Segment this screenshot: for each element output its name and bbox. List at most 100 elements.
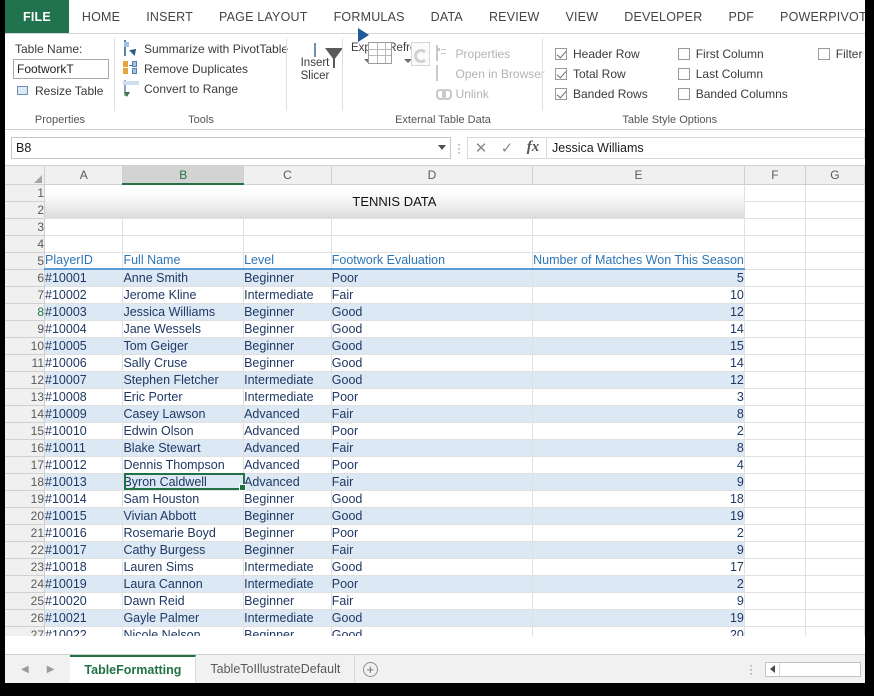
cell-B24[interactable]: Laura Cannon bbox=[123, 575, 244, 592]
cell-f2[interactable] bbox=[744, 201, 805, 218]
table-header-level[interactable]: Level bbox=[244, 252, 332, 269]
cell-F15[interactable] bbox=[744, 422, 805, 439]
cell-f3[interactable] bbox=[744, 218, 805, 235]
row-header-14[interactable]: 14 bbox=[5, 405, 45, 422]
row-header-25[interactable]: 25 bbox=[5, 592, 45, 609]
row-header-22[interactable]: 22 bbox=[5, 541, 45, 558]
cell-E23[interactable]: 17 bbox=[533, 558, 745, 575]
cell-D26[interactable]: Good bbox=[331, 609, 532, 626]
cell-A22[interactable]: #10017 bbox=[45, 541, 123, 558]
cell-D17[interactable]: Poor bbox=[331, 456, 532, 473]
cell-F22[interactable] bbox=[744, 541, 805, 558]
cell-F7[interactable] bbox=[744, 286, 805, 303]
cell-C23[interactable]: Intermediate bbox=[244, 558, 332, 575]
cell-A18[interactable]: #10013 bbox=[45, 473, 123, 490]
cell-E13[interactable]: 3 bbox=[533, 388, 745, 405]
cell-B10[interactable]: Tom Geiger bbox=[123, 337, 244, 354]
column-header-d[interactable]: D bbox=[331, 166, 532, 184]
cell-D13[interactable]: Poor bbox=[331, 388, 532, 405]
cell-a3[interactable] bbox=[45, 218, 123, 235]
banded-rows-checkbox-icon[interactable] bbox=[555, 88, 567, 100]
ribbon-tab-developer[interactable]: DEVELOPER bbox=[611, 0, 715, 33]
row-header-16[interactable]: 16 bbox=[5, 439, 45, 456]
row-header-3[interactable]: 3 bbox=[5, 218, 45, 235]
checkbox-filter-button[interactable]: Filter Button bbox=[818, 47, 865, 61]
cell-D18[interactable]: Fair bbox=[331, 473, 532, 490]
cell-C27[interactable]: Beginner bbox=[244, 626, 332, 636]
cell-G15[interactable] bbox=[805, 422, 864, 439]
cell-E22[interactable]: 9 bbox=[533, 541, 745, 558]
cell-F17[interactable] bbox=[744, 456, 805, 473]
cell-D19[interactable]: Good bbox=[331, 490, 532, 507]
add-sheet-plus-icon[interactable]: + bbox=[355, 655, 385, 683]
cell-C8[interactable]: Beginner bbox=[244, 303, 332, 320]
ribbon-tab-page-layout[interactable]: PAGE LAYOUT bbox=[206, 0, 321, 33]
cell-A7[interactable]: #10002 bbox=[45, 286, 123, 303]
cell-A14[interactable]: #10009 bbox=[45, 405, 123, 422]
cell-D12[interactable]: Good bbox=[331, 371, 532, 388]
sheet-tab-tableformatting[interactable]: TableFormatting bbox=[70, 655, 196, 683]
cell-G16[interactable] bbox=[805, 439, 864, 456]
cell-D24[interactable]: Poor bbox=[331, 575, 532, 592]
cell-D9[interactable]: Good bbox=[331, 320, 532, 337]
cell-C17[interactable]: Advanced bbox=[244, 456, 332, 473]
checkbox-header-row[interactable]: Header Row bbox=[555, 47, 648, 61]
table-header-footwork-evaluation[interactable]: Footwork Evaluation bbox=[331, 252, 532, 269]
row-header-27[interactable]: 27 bbox=[5, 626, 45, 636]
cell-B9[interactable]: Jane Wessels bbox=[123, 320, 244, 337]
cell-d4[interactable] bbox=[331, 235, 532, 252]
cell-A10[interactable]: #10005 bbox=[45, 337, 123, 354]
cell-B14[interactable]: Casey Lawson bbox=[123, 405, 244, 422]
cell-a4[interactable] bbox=[45, 235, 123, 252]
row-header-20[interactable]: 20 bbox=[5, 507, 45, 524]
banded-columns-checkbox-icon[interactable] bbox=[678, 88, 690, 100]
row-header-2[interactable]: 2 bbox=[5, 201, 45, 218]
cell-G6[interactable] bbox=[805, 269, 864, 286]
cell-F26[interactable] bbox=[744, 609, 805, 626]
cell-B20[interactable]: Vivian Abbott bbox=[123, 507, 244, 524]
cell-C7[interactable]: Intermediate bbox=[244, 286, 332, 303]
cell-A20[interactable]: #10015 bbox=[45, 507, 123, 524]
cell-B22[interactable]: Cathy Burgess bbox=[123, 541, 244, 558]
remove-duplicates-button[interactable]: Remove Duplicates bbox=[121, 57, 250, 77]
cell-G13[interactable] bbox=[805, 388, 864, 405]
table-name-input[interactable] bbox=[13, 59, 109, 79]
cell-B23[interactable]: Lauren Sims bbox=[123, 558, 244, 575]
row-header-5[interactable]: 5 bbox=[5, 252, 45, 269]
cell-C19[interactable]: Beginner bbox=[244, 490, 332, 507]
row-header-9[interactable]: 9 bbox=[5, 320, 45, 337]
row-header-13[interactable]: 13 bbox=[5, 388, 45, 405]
cell-E21[interactable]: 2 bbox=[533, 524, 745, 541]
total-row-checkbox-icon[interactable] bbox=[555, 68, 567, 80]
cell-F13[interactable] bbox=[744, 388, 805, 405]
formula-input[interactable]: Jessica Williams bbox=[546, 137, 865, 159]
cell-B6[interactable]: Anne Smith bbox=[123, 269, 244, 286]
cell-F8[interactable] bbox=[744, 303, 805, 320]
cell-G25[interactable] bbox=[805, 592, 864, 609]
checkbox-banded-columns[interactable]: Banded Columns bbox=[678, 87, 788, 101]
cell-G23[interactable] bbox=[805, 558, 864, 575]
cell-d3[interactable] bbox=[331, 218, 532, 235]
cell-E6[interactable]: 5 bbox=[533, 269, 745, 286]
cell-E7[interactable]: 10 bbox=[533, 286, 745, 303]
cell-D10[interactable]: Good bbox=[331, 337, 532, 354]
cell-A8[interactable]: #10003 bbox=[45, 303, 123, 320]
row-header-23[interactable]: 23 bbox=[5, 558, 45, 575]
cell-A21[interactable]: #10016 bbox=[45, 524, 123, 541]
cell-E14[interactable]: 8 bbox=[533, 405, 745, 422]
convert-to-range-button[interactable]: Convert to Range bbox=[121, 77, 240, 97]
cell-F14[interactable] bbox=[744, 405, 805, 422]
export-button[interactable]: Export bbox=[351, 40, 384, 63]
cell-A17[interactable]: #10012 bbox=[45, 456, 123, 473]
cell-E25[interactable]: 9 bbox=[533, 592, 745, 609]
row-header-7[interactable]: 7 bbox=[5, 286, 45, 303]
row-header-4[interactable]: 4 bbox=[5, 235, 45, 252]
cell-e3[interactable] bbox=[533, 218, 745, 235]
cell-E8[interactable]: 12 bbox=[533, 303, 745, 320]
cell-E9[interactable]: 14 bbox=[533, 320, 745, 337]
cell-A6[interactable]: #10001 bbox=[45, 269, 123, 286]
insert-function-icon[interactable]: fx bbox=[520, 138, 546, 158]
sheet-nav-prev-icon[interactable]: ◀ bbox=[21, 664, 29, 675]
cell-G11[interactable] bbox=[805, 354, 864, 371]
cell-C9[interactable]: Beginner bbox=[244, 320, 332, 337]
